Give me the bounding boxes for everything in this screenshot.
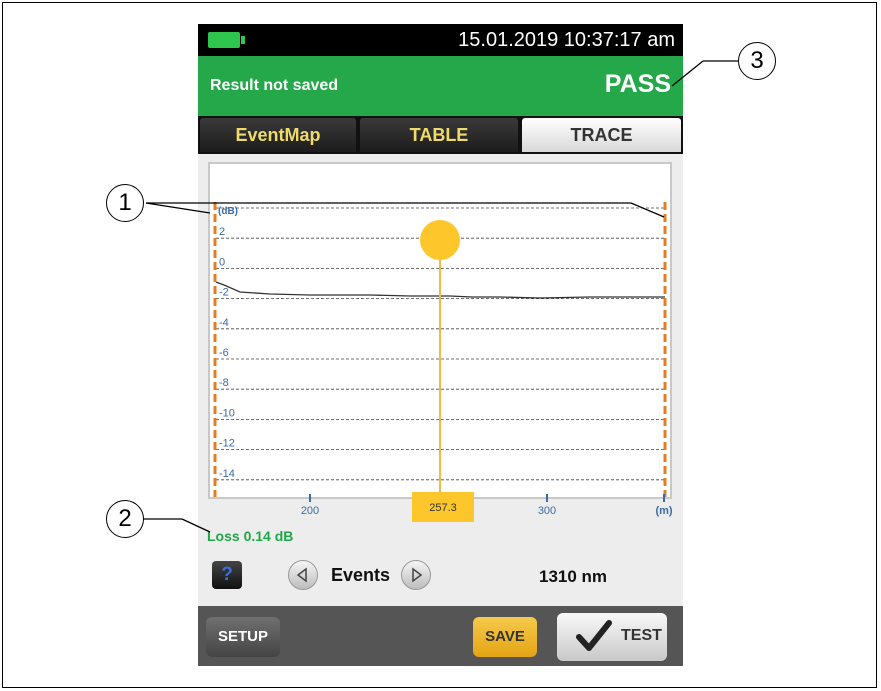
x-tick-label-300: 300 xyxy=(538,505,556,517)
y-tick-label: -8 xyxy=(219,377,229,389)
next-event-button[interactable] xyxy=(401,560,431,590)
events-label: Events xyxy=(331,565,391,585)
setup-button[interactable]: SETUP xyxy=(206,617,280,657)
chevron-left-icon xyxy=(296,567,307,583)
x-axis: 200 300 (m) 257.3 xyxy=(301,492,673,522)
loss-label: Loss 0.14 dB xyxy=(207,528,294,544)
y-unit-label: (dB) xyxy=(218,206,238,217)
y-tick-label: 2 xyxy=(219,226,225,238)
callout-2: 2 xyxy=(106,500,144,538)
battery-tip xyxy=(241,36,245,44)
cursor-handle[interactable] xyxy=(420,220,460,260)
wavelength: 1310 nm xyxy=(539,567,608,586)
tab-bar: EventMap TABLE TRACE xyxy=(198,116,683,154)
x-unit-label: (m) xyxy=(655,505,672,517)
help-button[interactable]: ? xyxy=(212,561,242,589)
chevron-right-icon xyxy=(412,567,423,583)
result-banner: Result not saved PASS xyxy=(198,56,683,116)
tab-trace[interactable]: TRACE xyxy=(522,118,681,152)
tester-screen: 15.01.2019 10:37:17 am Result not saved … xyxy=(198,24,683,666)
y-tick-label: 0 xyxy=(219,256,225,268)
cursor-readout: 257.3 xyxy=(429,502,457,514)
test-label: TEST xyxy=(621,627,662,644)
datetime: 15.01.2019 10:37:17 am xyxy=(458,29,675,51)
tab-table[interactable]: TABLE xyxy=(360,118,518,152)
y-tick-label: -12 xyxy=(219,438,235,450)
trace-plot[interactable]: (dB) 2 0 -2 -4 -6 -8 -10 -12 -14 xyxy=(208,162,672,499)
y-tick-label: -6 xyxy=(219,347,229,359)
tab-eventmap[interactable]: EventMap xyxy=(200,118,356,152)
y-tick-label: -10 xyxy=(219,407,235,419)
x-tick-label-200: 200 xyxy=(301,505,319,517)
status-bar: 15.01.2019 10:37:17 am xyxy=(198,24,683,56)
save-button[interactable]: SAVE xyxy=(473,617,537,657)
callout-3: 3 xyxy=(738,42,776,80)
battery-icon xyxy=(208,32,240,48)
y-tick-label: -4 xyxy=(219,317,229,329)
trace-svg: (dB) 2 0 -2 -4 -6 -8 -10 -12 -14 xyxy=(213,202,667,497)
save-status: Result not saved xyxy=(210,77,339,94)
bottom-bar: SETUP SAVE TEST xyxy=(198,606,683,666)
pass-result: PASS xyxy=(604,70,671,98)
callout-1: 1 xyxy=(106,184,144,222)
prev-event-button[interactable] xyxy=(288,560,318,590)
y-tick-label: -2 xyxy=(219,287,229,299)
test-button[interactable]: TEST xyxy=(557,613,667,661)
y-tick-labels: 2 0 -2 -4 -6 -8 -10 -12 -14 xyxy=(219,226,235,480)
y-tick-label: -14 xyxy=(219,468,235,480)
